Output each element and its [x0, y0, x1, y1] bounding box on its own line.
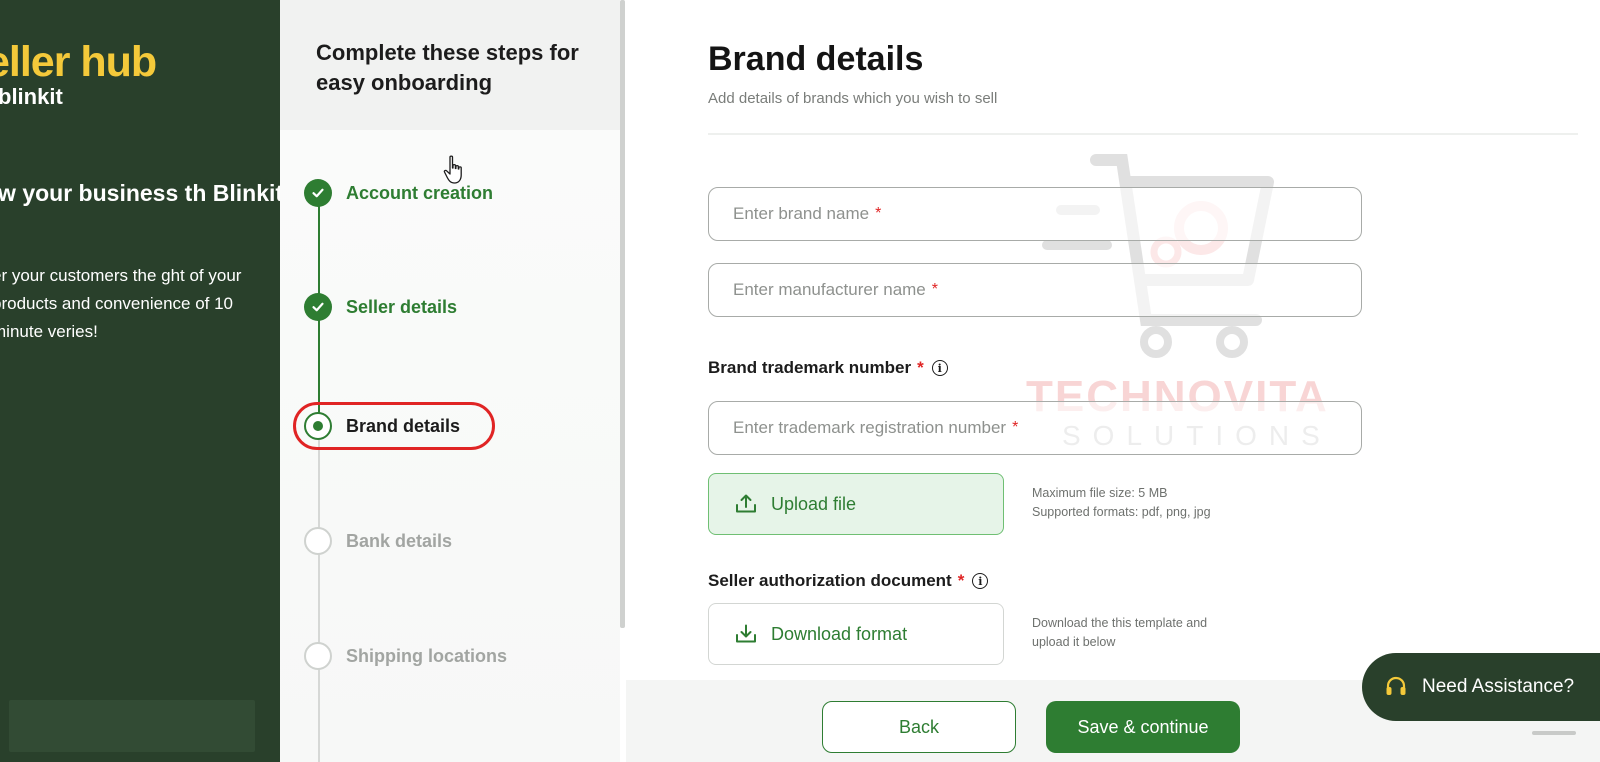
manufacturer-name-input[interactable]: Enter manufacturer name *: [708, 263, 1362, 317]
download-format-button[interactable]: Download format: [708, 603, 1004, 665]
steps-scrollbar[interactable]: [620, 0, 625, 628]
download-help-text: Download the this template and upload it…: [1032, 614, 1207, 652]
empty-circle-icon: [304, 527, 332, 555]
upload-help-line: Supported formats: pdf, png, jpg: [1032, 505, 1211, 519]
need-assistance-label: Need Assistance?: [1422, 676, 1575, 697]
step-label: Account creation: [346, 182, 494, 203]
hand-cursor-icon: [443, 155, 465, 190]
page-title: Brand details: [708, 40, 924, 78]
upload-help-text: Maximum file size: 5 MB Supported format…: [1032, 484, 1211, 522]
required-mark: *: [957, 571, 965, 590]
headset-icon: [1384, 675, 1408, 699]
manufacturer-placeholder: Enter manufacturer name: [733, 280, 926, 299]
check-circle-icon: [304, 293, 332, 321]
back-button[interactable]: Back: [822, 701, 1016, 753]
left-promo-panel: eller hub blinkit ow your business th Bl…: [0, 0, 280, 762]
promo-heading: ow your business th Blinkit: [0, 180, 280, 206]
radio-dot-icon: [304, 412, 332, 440]
save-continue-button[interactable]: Save & continue: [1046, 701, 1240, 753]
step-connector: [318, 418, 320, 762]
required-mark: *: [875, 205, 882, 222]
promo-text: er your customers the ght of your produc…: [0, 266, 242, 341]
required-mark: *: [1012, 419, 1019, 436]
download-help-line: Download the this template and: [1032, 616, 1208, 630]
steps-heading: Complete these steps for easy onboarding: [316, 40, 579, 95]
corner-mark: [1532, 731, 1576, 735]
brand-name-placeholder: Enter brand name: [733, 204, 870, 223]
empty-circle-icon: [304, 642, 332, 670]
trademark-label: Brand trademark number * i: [708, 358, 948, 378]
step-label: Bank details: [346, 530, 453, 551]
upload-help-line: Maximum file size: 5 MB: [1032, 486, 1168, 500]
step-bank-details[interactable]: Bank details: [304, 526, 452, 556]
step-label: Brand details: [346, 415, 461, 436]
page-subtitle: Add details of brands which you wish to …: [708, 90, 998, 107]
trademark-placeholder: Enter trademark registration number: [733, 418, 1007, 437]
divider: [708, 133, 1578, 135]
step-seller-details[interactable]: Seller details: [304, 292, 457, 322]
required-mark: *: [931, 281, 938, 298]
need-assistance-button[interactable]: Need Assistance?: [1362, 653, 1600, 721]
download-format-label: Download format: [771, 623, 908, 644]
trademark-number-input[interactable]: Enter trademark registration number *: [708, 401, 1362, 455]
download-help-line: upload it below: [1032, 635, 1116, 649]
info-icon[interactable]: i: [972, 573, 989, 589]
left-footer-box: [9, 700, 255, 752]
upload-file-button[interactable]: Upload file: [708, 473, 1004, 535]
upload-icon: [735, 494, 757, 514]
step-shipping-locations[interactable]: Shipping locations: [304, 641, 507, 671]
blinkit-logo-text: blinkit: [0, 84, 63, 109]
watermark-cart-logo: [1036, 150, 1296, 365]
brand-name-input[interactable]: Enter brand name *: [708, 187, 1362, 241]
brand-details-form: Brand details Add details of brands whic…: [626, 0, 1600, 762]
upload-file-label: Upload file: [771, 493, 857, 514]
required-mark: *: [917, 358, 924, 377]
step-label: Seller details: [346, 296, 458, 317]
download-icon: [735, 624, 757, 644]
trademark-label-text: Brand trademark number: [708, 358, 912, 377]
info-icon[interactable]: i: [931, 360, 948, 376]
seller-hub-title: eller hub: [0, 38, 157, 86]
step-label: Shipping locations: [346, 645, 507, 666]
onboarding-steps-panel: Complete these steps for easy onboarding…: [280, 0, 620, 762]
check-circle-icon: [304, 179, 332, 207]
step-brand-details[interactable]: Brand details: [304, 411, 460, 441]
authorization-label-text: Seller authorization document: [708, 571, 952, 590]
authorization-label: Seller authorization document * i: [708, 571, 989, 591]
